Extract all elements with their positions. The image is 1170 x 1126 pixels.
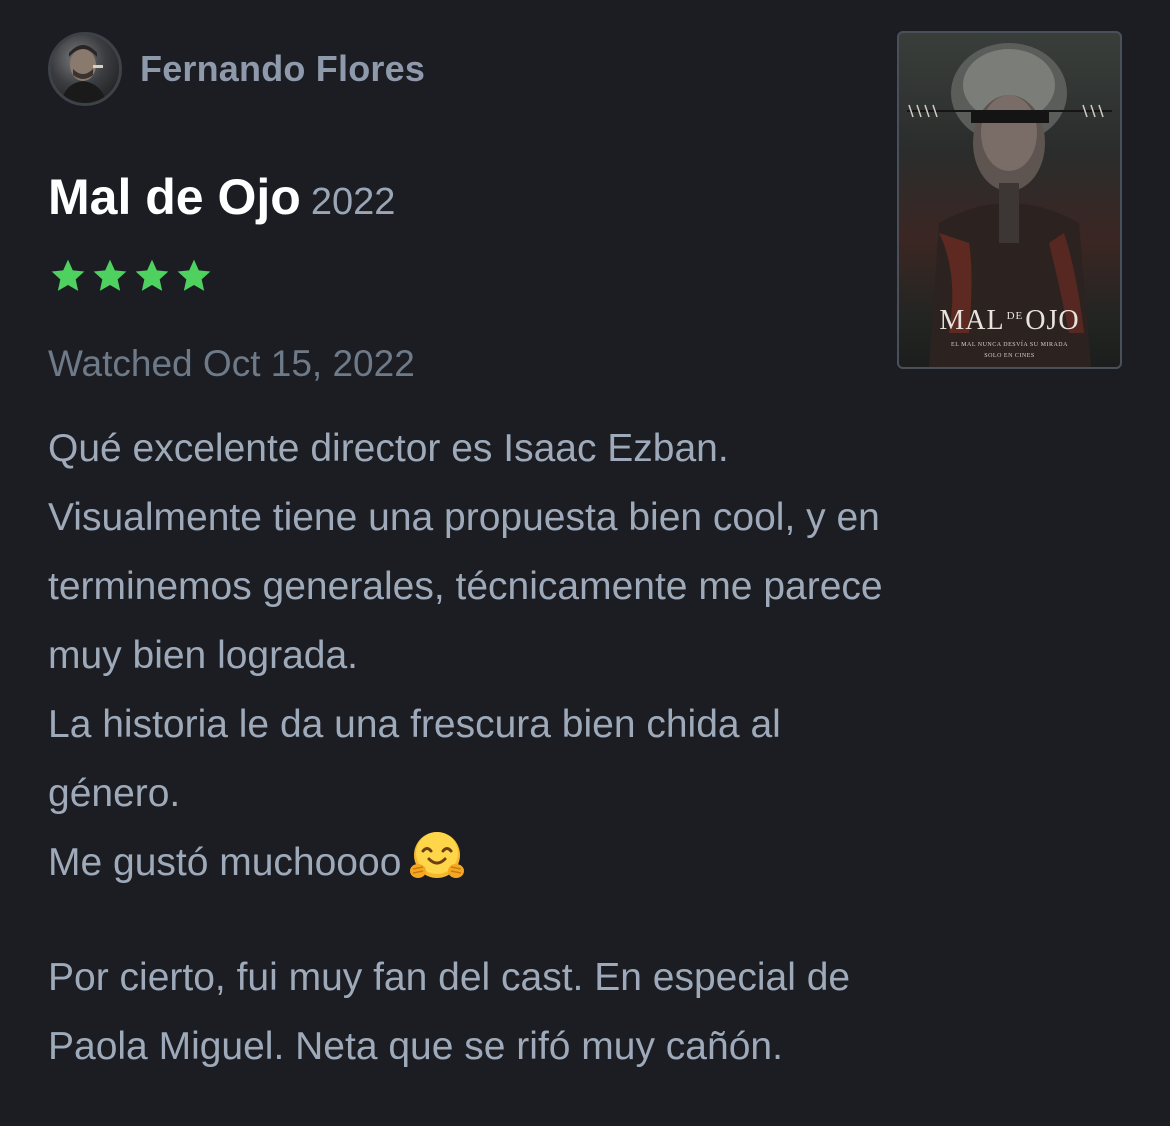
star-icon <box>135 259 169 291</box>
author-name[interactable]: Fernando Flores <box>140 48 425 90</box>
poster-title: MAL DEOJO <box>939 305 1080 336</box>
watched-date: Watched Oct 15, 2022 <box>48 343 415 384</box>
film-title-row: Mal de Ojo 2022 <box>48 168 395 226</box>
film-poster[interactable]: MAL DEOJO EL MAL NUNCA DESVÍA SU MIRADA S… <box>897 31 1122 369</box>
poster-release: SOLO EN CINES <box>984 353 1035 359</box>
avatar-photo <box>61 45 107 103</box>
review-line: Visualmente tiene una propuesta bien coo… <box>48 496 880 539</box>
review-line: terminemos generales, técnicamente me pa… <box>48 565 883 608</box>
hugging-face-emoji <box>409 829 465 885</box>
author-avatar[interactable] <box>48 32 122 106</box>
review-line: Paola Miguel. Neta que se rifó muy cañón… <box>48 1025 783 1068</box>
star-icon <box>93 259 127 291</box>
review-line: género. <box>48 772 181 815</box>
poster-tagline: EL MAL NUNCA DESVÍA SU MIRADA <box>951 342 1068 348</box>
review-line: Por cierto, fui muy fan del cast. En esp… <box>48 956 851 999</box>
star-rating <box>48 256 214 296</box>
star-icon <box>177 259 211 291</box>
review-line: muy bien lograda. <box>48 634 359 677</box>
film-year[interactable]: 2022 <box>311 181 396 223</box>
review-line: La historia le da una frescura bien chid… <box>48 703 781 746</box>
film-title[interactable]: Mal de Ojo <box>48 169 301 225</box>
review-line: Qué excelente director es Isaac Ezban. <box>48 427 729 470</box>
review-line-emoji: Me gustó muchoooo <box>48 828 1128 897</box>
star-icon <box>51 259 85 291</box>
review-line: Me gustó muchoooo <box>48 841 402 884</box>
review-text: Qué excelente director es Isaac Ezban. V… <box>48 414 1128 1081</box>
